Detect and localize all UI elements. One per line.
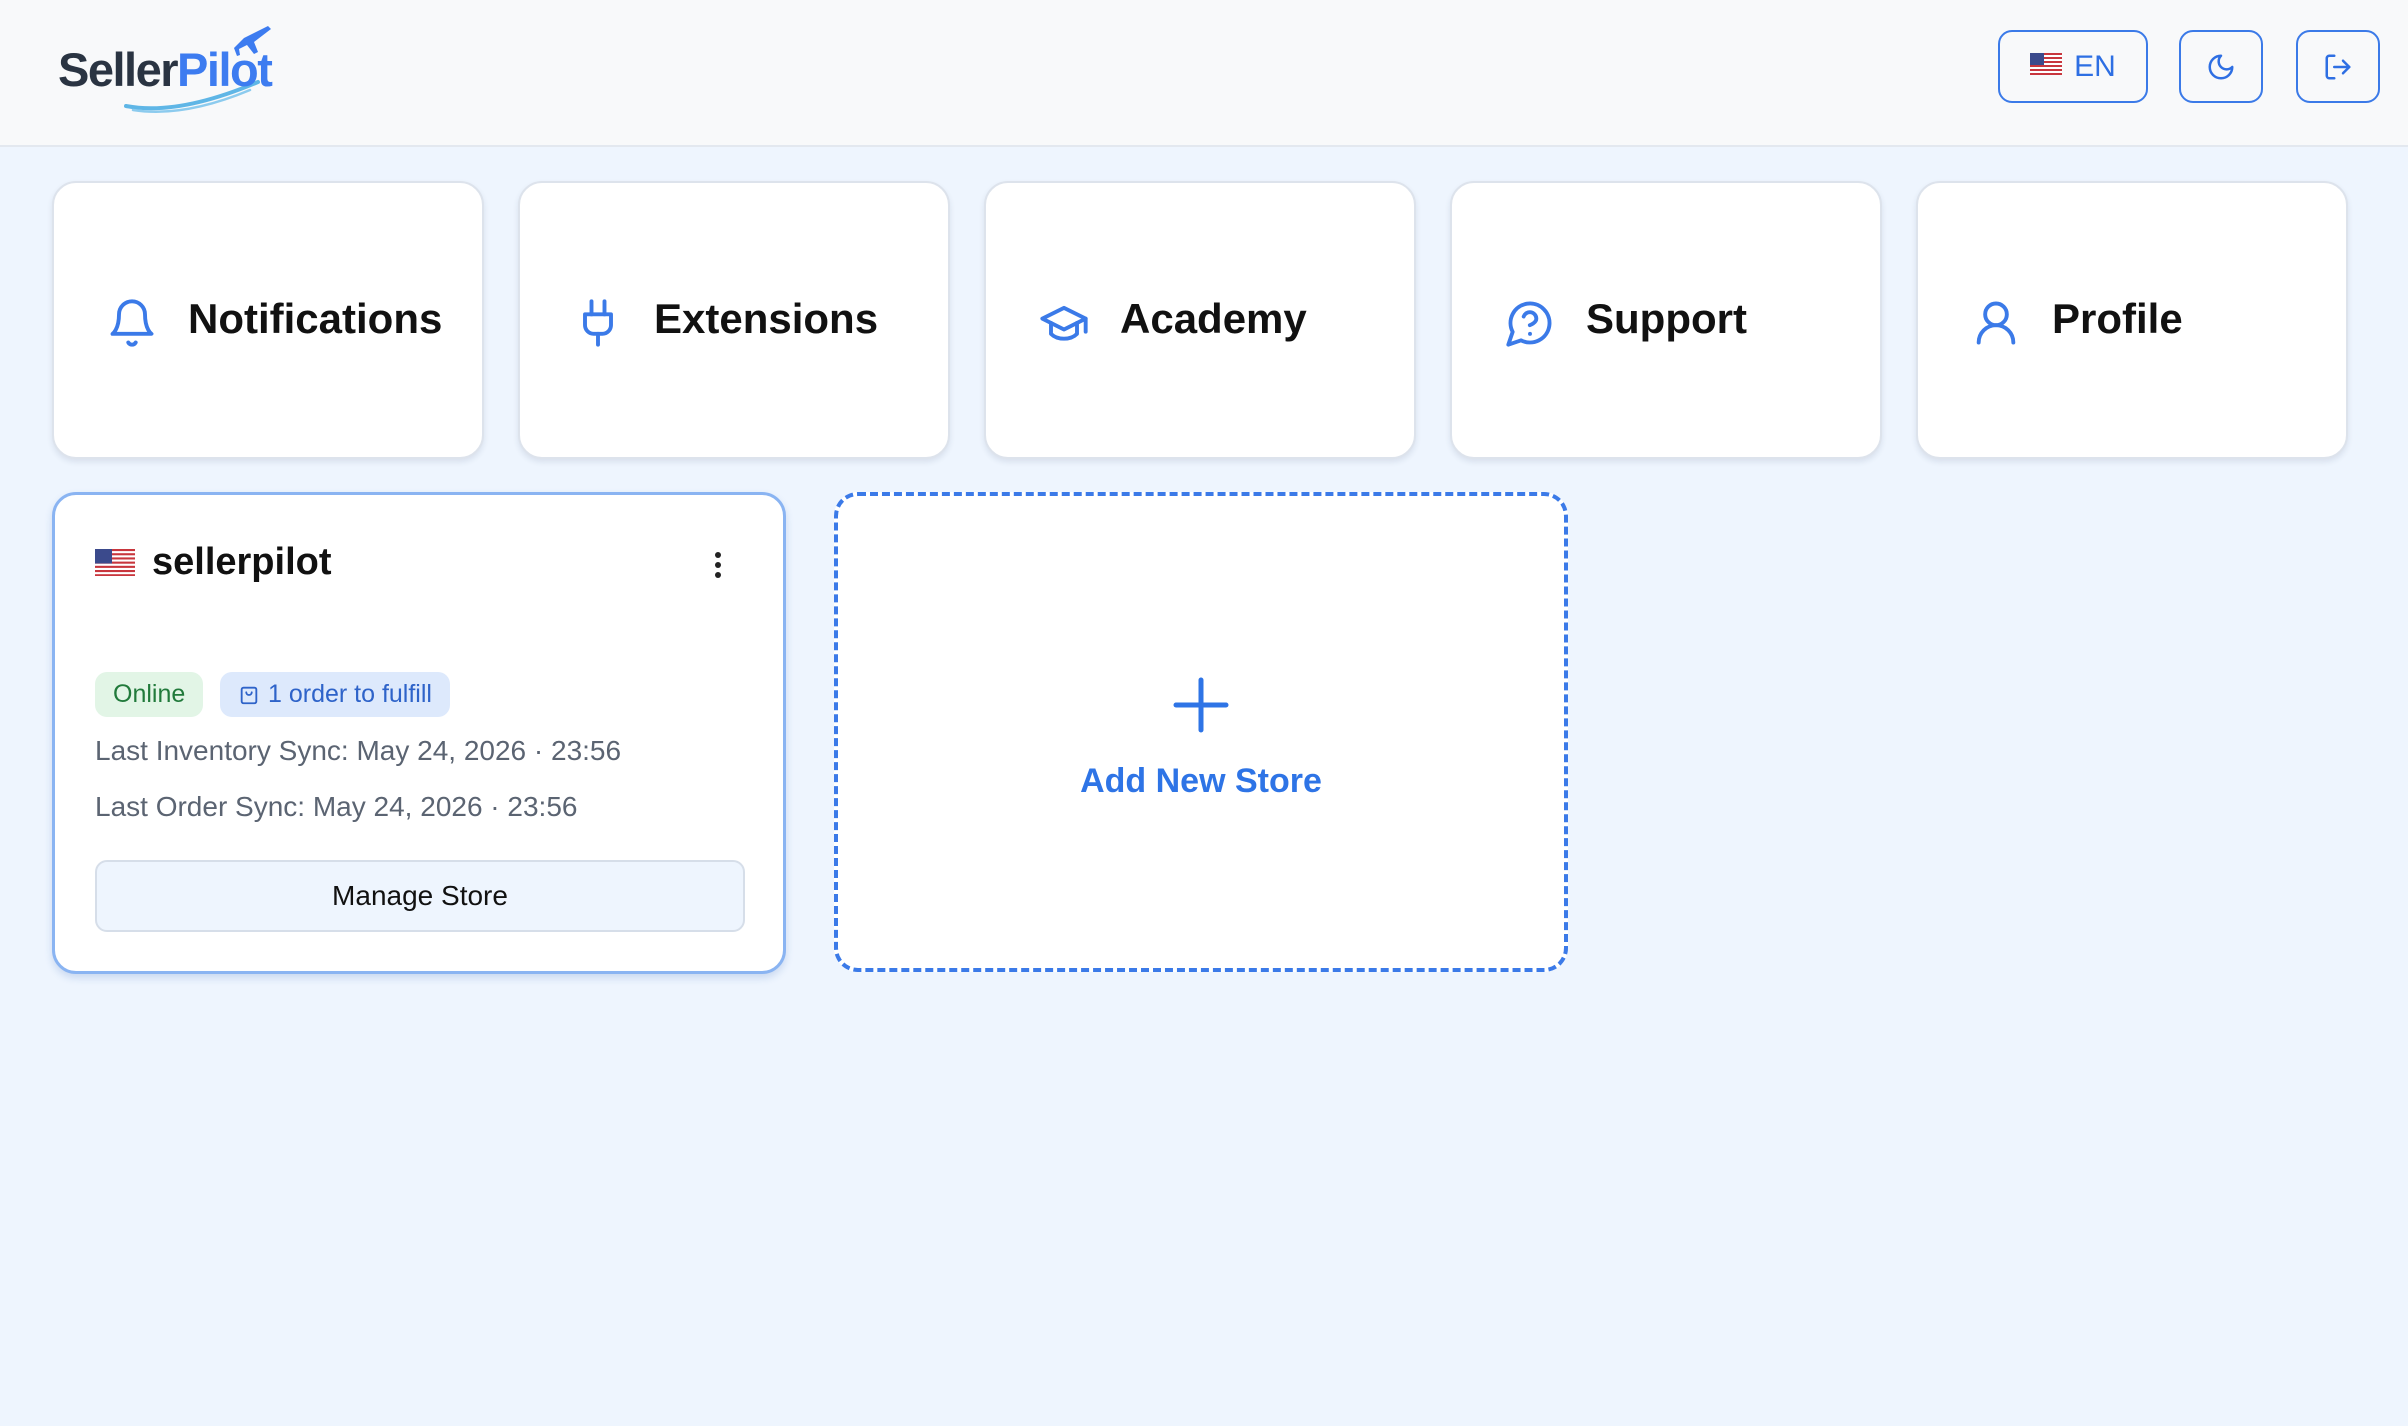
nav-card-extensions[interactable]: Extensions xyxy=(518,181,950,459)
store-name: sellerpilot xyxy=(152,541,332,583)
graduation-cap-icon xyxy=(1040,305,1088,341)
nav-card-label: Notifications xyxy=(188,295,443,342)
nav-card-profile[interactable]: Profile xyxy=(1916,181,2348,459)
language-button[interactable]: EN xyxy=(1998,30,2148,103)
last-inventory-sync: Last Inventory Sync: May 24, 2026 · 23:5… xyxy=(95,735,622,766)
nav-card-support[interactable]: Support xyxy=(1450,181,1882,459)
bell-icon xyxy=(110,299,154,347)
top-bar: SellerPilot EN xyxy=(0,0,2408,147)
plus-icon xyxy=(1173,677,1229,733)
us-flag-icon xyxy=(95,549,135,581)
logout-icon xyxy=(2325,54,2351,79)
orders-to-fulfill-badge[interactable]: 1 order to fulfill xyxy=(220,672,450,717)
status-badge: Online xyxy=(95,672,204,717)
nav-card-label: Academy xyxy=(1120,295,1307,342)
nav-card-label: Extensions xyxy=(654,295,879,342)
language-label: EN xyxy=(2074,49,2116,83)
nav-card-notifications[interactable]: Notifications xyxy=(52,181,484,459)
orders-badge-label: 1 order to fulfill xyxy=(268,680,432,708)
nav-card-label: Profile xyxy=(2052,295,2183,342)
manage-store-button[interactable]: Manage Store xyxy=(95,860,745,932)
theme-toggle-button[interactable] xyxy=(2179,30,2263,103)
plug-icon xyxy=(583,299,613,347)
last-order-sync: Last Order Sync: May 24, 2026 · 23:56 xyxy=(95,791,578,822)
add-new-store-card[interactable]: Add New Store xyxy=(834,492,1568,972)
store-card: sellerpilot Online 1 order to fulfill La… xyxy=(52,492,786,974)
us-flag-icon xyxy=(2030,53,2063,80)
more-options-icon[interactable] xyxy=(703,547,733,583)
nav-card-label: Support xyxy=(1586,295,1747,342)
help-bubble-icon xyxy=(1506,301,1552,347)
logo-wordmark: SellerPilot xyxy=(58,43,273,96)
shopping-bag-icon xyxy=(240,686,258,704)
nav-card-academy[interactable]: Academy xyxy=(984,181,1416,459)
logout-button[interactable] xyxy=(2296,30,2380,103)
add-new-store-label: Add New Store xyxy=(1080,762,1322,800)
sellerpilot-logo[interactable]: SellerPilot xyxy=(58,24,303,114)
moon-icon xyxy=(2208,54,2234,79)
user-icon xyxy=(1976,301,2016,345)
